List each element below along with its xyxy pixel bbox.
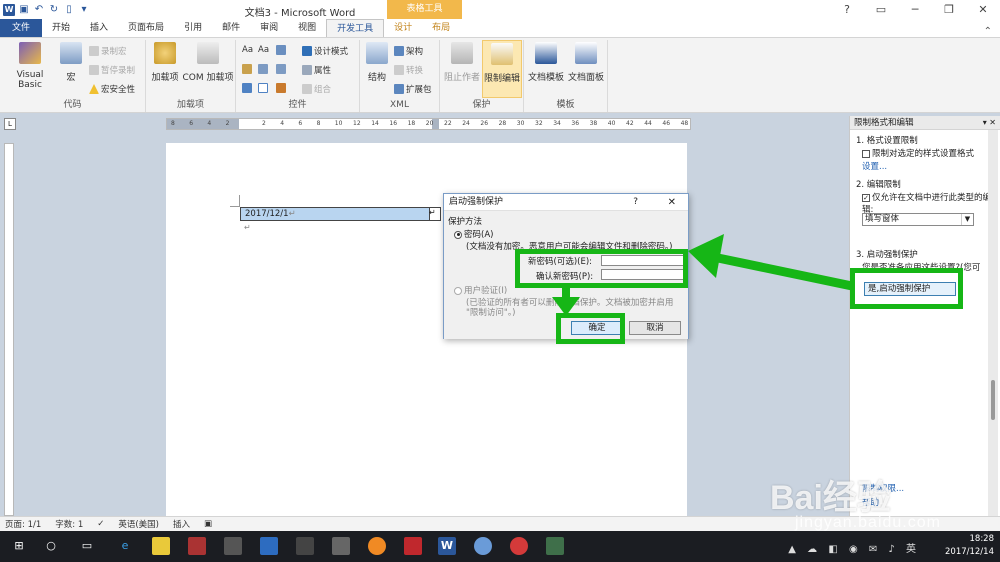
insert-mode[interactable]: 插入 (173, 518, 190, 530)
app-icon-4[interactable] (296, 537, 314, 555)
clock[interactable]: 18:28 2017/12/14 (945, 533, 994, 559)
task-view-icon[interactable]: ▭ (78, 537, 96, 555)
taskbar: ⊞ ○ ▭ e W ▲ ☁ ◧ ◉ ✉ ♪ 英 18:28 2017/12/14 (0, 531, 1000, 562)
calculator-icon[interactable] (332, 537, 350, 555)
baidu-watermark-url: jingyan.baidu.com (795, 514, 941, 531)
app-icon-5[interactable] (368, 537, 386, 555)
page-count[interactable]: 页面: 1/1 (5, 518, 41, 530)
system-tray-icons[interactable]: ▲ ☁ ◧ ◉ ✉ ♪ 英 (788, 540, 920, 555)
arrow-to-password-fields (717, 253, 853, 291)
arrow-head-ok (552, 297, 580, 316)
macro-record-icon[interactable]: ▣ (204, 519, 212, 529)
arrow-head-password (688, 234, 724, 278)
app-icon-6[interactable] (474, 537, 492, 555)
edge-browser-icon[interactable]: e (116, 537, 134, 555)
app-icon-2[interactable] (224, 537, 242, 555)
search-icon[interactable]: ○ (42, 537, 60, 555)
word-count[interactable]: 字数: 1 (55, 518, 83, 530)
pdf-reader-icon[interactable] (404, 537, 422, 555)
app-icon-1[interactable] (188, 537, 206, 555)
language[interactable]: 英语(美国) (118, 518, 159, 530)
app-icon-7[interactable] (510, 537, 528, 555)
word-taskbar-icon[interactable]: W (438, 537, 456, 555)
baidu-watermark-logo: Bai经验 (770, 479, 891, 517)
windows-start-icon[interactable]: ⊞ (10, 537, 28, 555)
file-explorer-icon[interactable] (152, 537, 170, 555)
proofing-icon[interactable]: ✓ (97, 519, 104, 529)
app-icon-3[interactable] (260, 537, 278, 555)
app-icon-8[interactable] (546, 537, 564, 555)
